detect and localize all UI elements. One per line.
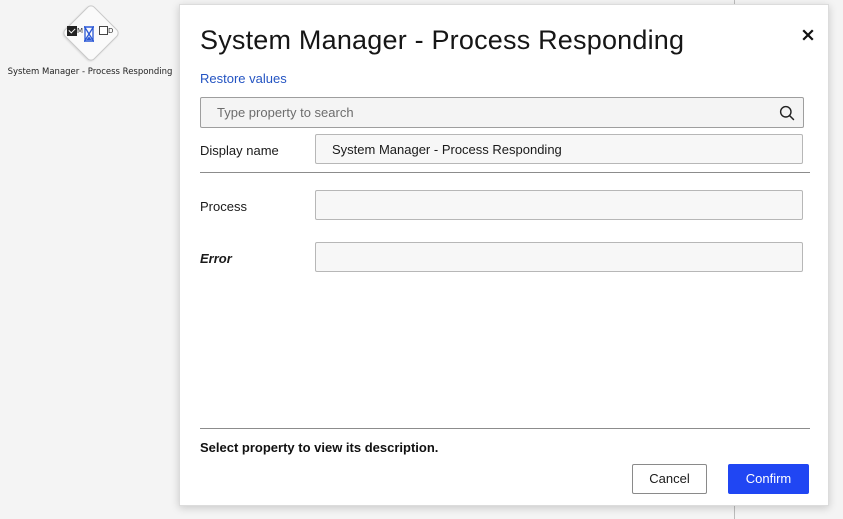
node-badge-d: D: [108, 27, 114, 35]
property-description: Select property to view its description.: [200, 440, 439, 455]
restore-values-link[interactable]: Restore values: [200, 71, 287, 86]
property-search: [200, 97, 804, 128]
checkbox-empty-icon: [99, 26, 108, 35]
error-field[interactable]: [315, 242, 803, 272]
search-icon[interactable]: [779, 105, 795, 121]
properties-dialog: System Manager - Process Responding Rest…: [179, 4, 829, 506]
divider: [200, 428, 810, 429]
display-name-field[interactable]: [315, 134, 803, 164]
cancel-button[interactable]: Cancel: [632, 464, 707, 494]
dialog-title: System Manager - Process Responding: [200, 25, 685, 55]
confirm-button[interactable]: Confirm: [728, 464, 809, 494]
process-field[interactable]: [315, 190, 803, 220]
workflow-node[interactable]: M D: [61, 3, 121, 63]
error-label: Error: [200, 251, 232, 266]
process-label: Process: [200, 199, 247, 214]
close-icon[interactable]: [800, 27, 816, 43]
divider: [200, 172, 810, 173]
search-input[interactable]: [201, 98, 761, 127]
display-name-label: Display name: [200, 143, 279, 158]
hourglass-icon: [84, 26, 94, 42]
checkbox-checked-icon: [67, 26, 77, 36]
node-label: System Manager - Process Responding: [7, 67, 173, 77]
